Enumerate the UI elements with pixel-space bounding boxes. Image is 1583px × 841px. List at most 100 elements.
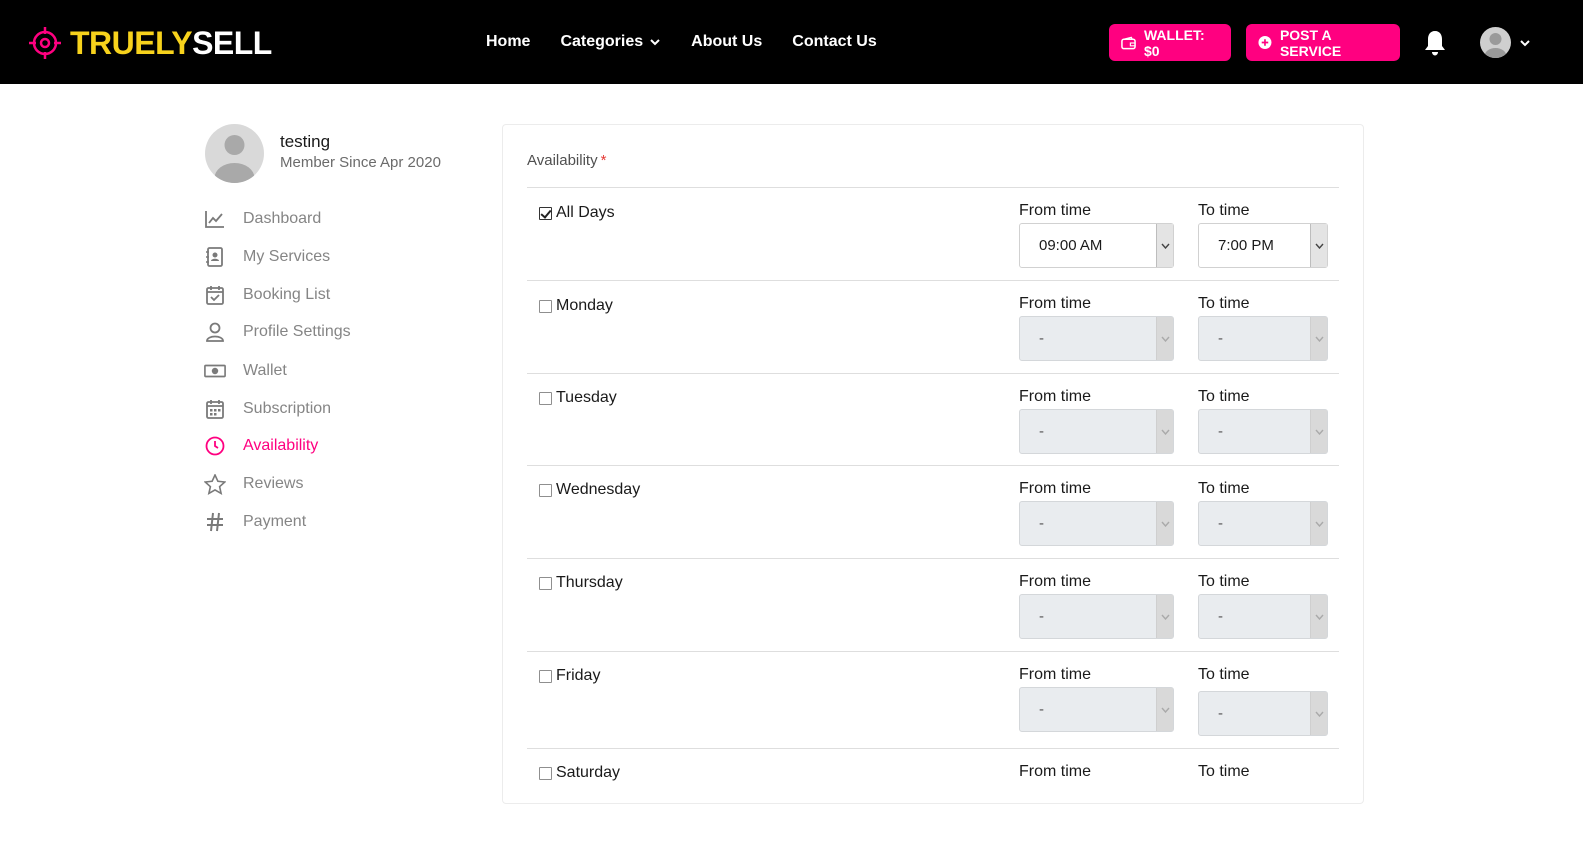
- to-time-label: To time: [1198, 295, 1250, 312]
- from-time-select[interactable]: -: [1019, 501, 1174, 546]
- from-time-label: From time: [1019, 763, 1091, 780]
- sidebar-item-subscription[interactable]: Subscription: [204, 398, 331, 420]
- from-time-select[interactable]: 09:00 AM: [1019, 223, 1174, 268]
- sidebar-item-wallet[interactable]: Wallet: [204, 360, 287, 382]
- day-label: Friday: [556, 667, 601, 684]
- thursday-checkbox[interactable]: Thursday: [539, 574, 623, 592]
- sidebar-item-dashboard[interactable]: Dashboard: [204, 208, 321, 230]
- nav-home[interactable]: Home: [486, 31, 530, 53]
- hash-icon: [204, 511, 226, 533]
- sidebar-item-label: Availability: [243, 437, 319, 454]
- to-time-label: To time: [1198, 388, 1250, 405]
- chevron-down-icon: [1310, 692, 1327, 735]
- checkbox-checked[interactable]: [539, 206, 552, 220]
- sidebar-item-label: Booking List: [243, 286, 331, 303]
- saturday-checkbox[interactable]: Saturday: [539, 764, 620, 782]
- nav-about[interactable]: About Us: [691, 31, 762, 53]
- day-row-wednesday: Wednesday From time To time - -: [527, 466, 1339, 558]
- nav-contact[interactable]: Contact Us: [792, 31, 876, 53]
- select-value: -: [1218, 608, 1223, 625]
- logo-text-part1: TRUELY: [70, 25, 193, 61]
- day-row-tuesday: Tuesday From time To time - -: [527, 374, 1339, 466]
- to-time-select[interactable]: -: [1198, 316, 1328, 361]
- from-time-label: From time: [1019, 295, 1091, 312]
- post-service-button[interactable]: POST A SERVICE: [1246, 24, 1400, 61]
- select-value: -: [1218, 330, 1223, 347]
- select-value: -: [1039, 515, 1044, 532]
- from-time-label: From time: [1019, 666, 1091, 683]
- checkbox-unchecked[interactable]: [539, 576, 552, 590]
- select-value: -: [1039, 330, 1044, 347]
- checkbox-unchecked[interactable]: [539, 391, 552, 405]
- sidebar-item-label: My Services: [243, 248, 331, 265]
- nav-categories[interactable]: Categories: [560, 31, 661, 53]
- contact-card-icon: [204, 246, 226, 268]
- from-time-select[interactable]: -: [1019, 594, 1174, 639]
- to-time-select[interactable]: -: [1198, 409, 1328, 454]
- user-icon: [204, 321, 226, 343]
- clock-icon: [204, 435, 226, 457]
- to-time-select[interactable]: 7:00 PM: [1198, 223, 1328, 268]
- to-time-label: To time: [1198, 573, 1250, 590]
- to-time-label: To time: [1198, 202, 1250, 219]
- chevron-down-icon[interactable]: [1518, 36, 1532, 50]
- required-mark: *: [600, 152, 607, 169]
- wallet-button-label: WALLET: $0: [1143, 26, 1205, 59]
- checkbox-unchecked[interactable]: [539, 669, 552, 683]
- sidebar-item-my-services[interactable]: My Services: [204, 246, 330, 268]
- select-value: -: [1218, 705, 1223, 722]
- select-value: -: [1039, 608, 1044, 625]
- monday-checkbox[interactable]: Monday: [539, 297, 613, 315]
- friday-checkbox[interactable]: Friday: [539, 667, 600, 685]
- sidebar-item-label: Wallet: [243, 362, 287, 379]
- sidebar-item-booking-list[interactable]: Booking List: [204, 284, 330, 306]
- post-service-label: POST A SERVICE: [1279, 26, 1342, 59]
- from-time-label: From time: [1019, 388, 1091, 405]
- wallet-button[interactable]: WALLET: $0: [1109, 24, 1231, 61]
- logo-text-part2: SELL: [192, 25, 272, 61]
- avatar-placeholder-icon: [214, 135, 255, 183]
- wallet-icon: [1121, 36, 1136, 49]
- sidebar-item-availability[interactable]: Availability: [204, 435, 318, 457]
- calendar-icon: [204, 398, 226, 420]
- day-label: Wednesday: [556, 481, 641, 498]
- checkbox-unchecked[interactable]: [539, 483, 552, 497]
- sidebar-item-label: Profile Settings: [243, 323, 351, 340]
- availability-card: Availability * All Days From time To time…: [502, 124, 1364, 804]
- day-row-monday: Monday From time To time - -: [527, 281, 1339, 373]
- wednesday-checkbox[interactable]: Wednesday: [539, 481, 640, 499]
- checkbox-unchecked[interactable]: [539, 766, 552, 780]
- chevron-down-icon: [1156, 224, 1173, 267]
- from-time-select[interactable]: -: [1019, 687, 1174, 732]
- sidebar-item-payment[interactable]: Payment: [204, 511, 306, 533]
- day-row-all-days: All Days From time To time 09:00 AM 7:00…: [527, 188, 1339, 280]
- user-avatar[interactable]: [1480, 27, 1511, 58]
- from-time-select[interactable]: -: [1019, 316, 1174, 361]
- select-value: 7:00 PM: [1218, 237, 1274, 254]
- chevron-down-icon: [1156, 317, 1173, 360]
- all-days-checkbox[interactable]: All Days: [539, 204, 615, 222]
- avatar-placeholder-icon: [1484, 33, 1507, 58]
- chevron-down-icon: [1310, 317, 1327, 360]
- to-time-select[interactable]: -: [1198, 501, 1328, 546]
- logo[interactable]: TRUELYSELL: [28, 26, 272, 60]
- sidebar-item-label: Subscription: [243, 400, 332, 417]
- checkbox-unchecked[interactable]: [539, 299, 552, 313]
- day-label: All Days: [556, 204, 615, 221]
- chevron-down-icon: [1310, 502, 1327, 545]
- day-label: Tuesday: [556, 389, 617, 406]
- money-icon: [204, 360, 226, 382]
- from-time-select[interactable]: -: [1019, 409, 1174, 454]
- sidebar-item-label: Dashboard: [243, 210, 322, 227]
- to-time-select[interactable]: -: [1198, 594, 1328, 639]
- chevron-down-icon: [1310, 595, 1327, 638]
- to-time-select[interactable]: -: [1198, 691, 1328, 736]
- tuesday-checkbox[interactable]: Tuesday: [539, 389, 617, 407]
- bell-icon[interactable]: [1422, 29, 1448, 57]
- sidebar-item-reviews[interactable]: Reviews: [204, 473, 303, 495]
- day-label: Monday: [556, 297, 613, 314]
- profile-name: testing: [280, 132, 331, 151]
- select-value: 09:00 AM: [1039, 237, 1103, 254]
- sidebar-item-profile-settings[interactable]: Profile Settings: [204, 321, 351, 343]
- chevron-down-icon: [1310, 224, 1327, 267]
